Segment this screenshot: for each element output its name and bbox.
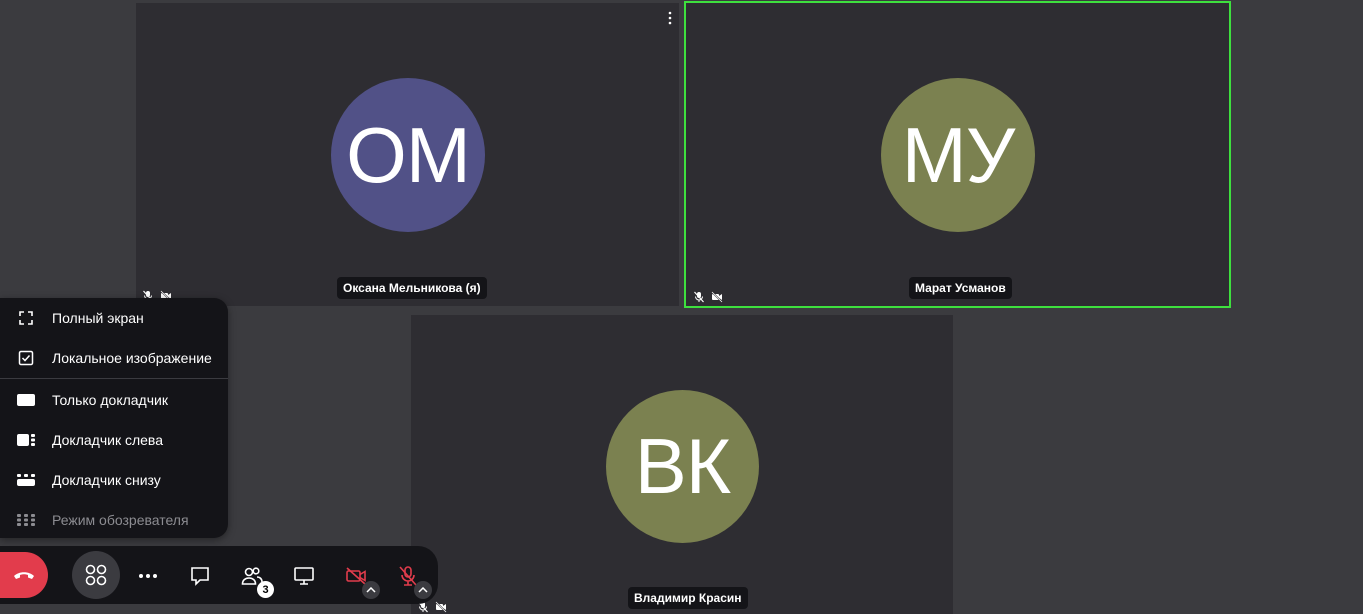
menu-item-local-image[interactable]: Локальное изображение [0,338,228,378]
menu-item-speaker-bottom[interactable]: Докладчик снизу [0,460,228,500]
checkbox-checked-icon [18,350,34,366]
participant-tile-3[interactable]: ВК Владимир Красин [411,315,953,614]
speaker-bottom-icon [17,474,35,486]
chevron-up-icon [366,587,376,593]
more-horizontal-icon [139,574,157,578]
speaker-left-icon [17,434,35,446]
participants-button[interactable]: 3 [238,562,274,598]
camera-options-button[interactable] [362,581,380,599]
avatar: ОМ [331,78,485,232]
participant-tile-1[interactable]: ОМ Оксана Мельникова (я) [136,3,679,306]
menu-item-label: Локальное изображение [52,350,212,366]
participant-tile-2[interactable]: МУ Марат Усманов [684,1,1231,308]
mic-options-button[interactable] [414,581,432,599]
mic-muted-icon [694,291,704,303]
chevron-up-icon [418,587,428,593]
menu-item-label: Полный экран [52,310,144,326]
tile-view-button[interactable] [72,551,120,599]
chat-icon [191,567,209,586]
participant-name-label: Марат Усманов [909,277,1012,299]
speaker-only-icon [17,394,35,406]
avatar-initials: ВК [634,422,731,510]
camera-off-icon [711,291,723,303]
camera-off-icon [435,601,447,613]
fullscreen-icon [19,311,33,325]
screen-share-icon [294,567,314,585]
avatar: МУ [881,78,1035,232]
participant-name-label: Оксана Мельникова (я) [337,277,487,299]
menu-item-observer-mode[interactable]: Режим обозревателя [0,500,228,540]
more-options-button[interactable] [134,562,162,590]
screen-share-button[interactable] [290,562,318,590]
more-vertical-icon[interactable] [665,11,675,25]
menu-item-label: Докладчик слева [52,432,163,448]
menu-item-label: Режим обозревателя [52,512,189,528]
hangup-button[interactable] [0,552,48,598]
menu-divider [0,378,228,379]
phone-hangup-icon [14,572,34,579]
chat-button[interactable] [186,562,214,590]
participants-count-badge: 3 [257,581,274,598]
participant-name-label: Владимир Красин [628,587,748,609]
view-options-menu: Полный экран Локальное изображение Тольк… [0,298,228,538]
menu-item-speaker-only[interactable]: Только докладчик [0,380,228,420]
menu-item-label: Только докладчик [52,392,168,408]
avatar: ВК [606,390,759,543]
menu-item-label: Докладчик снизу [52,472,161,488]
call-toolbar: 3 [0,546,438,604]
avatar-initials: МУ [901,110,1016,199]
tile-view-icon [85,564,107,586]
avatar-initials: ОМ [346,110,471,199]
menu-item-fullscreen[interactable]: Полный экран [0,298,228,338]
grid-icon [17,514,35,526]
menu-item-speaker-left[interactable]: Докладчик слева [0,420,228,460]
